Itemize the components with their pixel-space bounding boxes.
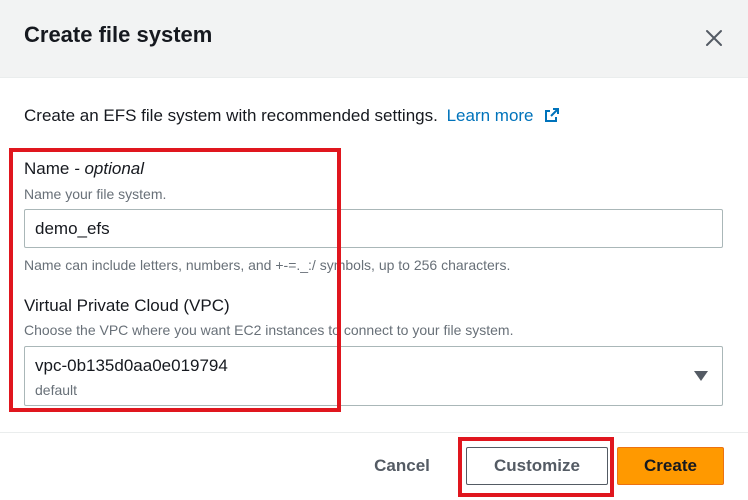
intro-text: Create an EFS file system with recommend…	[24, 106, 560, 126]
vpc-select[interactable]: vpc-0b135d0aa0e019794 default	[24, 346, 723, 406]
name-label-text: Name	[24, 159, 70, 178]
customize-button[interactable]: Customize	[466, 447, 608, 485]
dialog-header: Create file system	[0, 0, 748, 78]
caret-down-icon	[694, 371, 708, 381]
name-description: Name your file system.	[24, 186, 167, 202]
dialog-title: Create file system	[24, 22, 213, 47]
name-input[interactable]	[24, 209, 723, 248]
external-link-icon	[545, 108, 560, 122]
intro-description: Create an EFS file system with recommend…	[24, 106, 438, 125]
cancel-button[interactable]: Cancel	[358, 450, 446, 482]
close-icon	[706, 30, 722, 46]
vpc-description: Choose the VPC where you want EC2 instan…	[24, 322, 514, 338]
vpc-label: Virtual Private Cloud (VPC)	[24, 296, 230, 315]
footer-divider	[0, 432, 748, 433]
name-constraint-text: Name can include letters, numbers, and +…	[24, 257, 511, 273]
create-button[interactable]: Create	[617, 447, 724, 485]
vpc-selected-sublabel: default	[35, 382, 78, 398]
name-optional-tag: - optional	[74, 159, 145, 178]
learn-more-label: Learn more	[446, 106, 534, 125]
name-label: Name - optional	[24, 159, 144, 179]
close-button[interactable]	[702, 26, 726, 50]
create-file-system-dialog: Create file system Create an EFS file sy…	[0, 0, 748, 500]
learn-more-link[interactable]: Learn more	[447, 106, 561, 125]
vpc-selected-value: vpc-0b135d0aa0e019794	[35, 356, 228, 375]
